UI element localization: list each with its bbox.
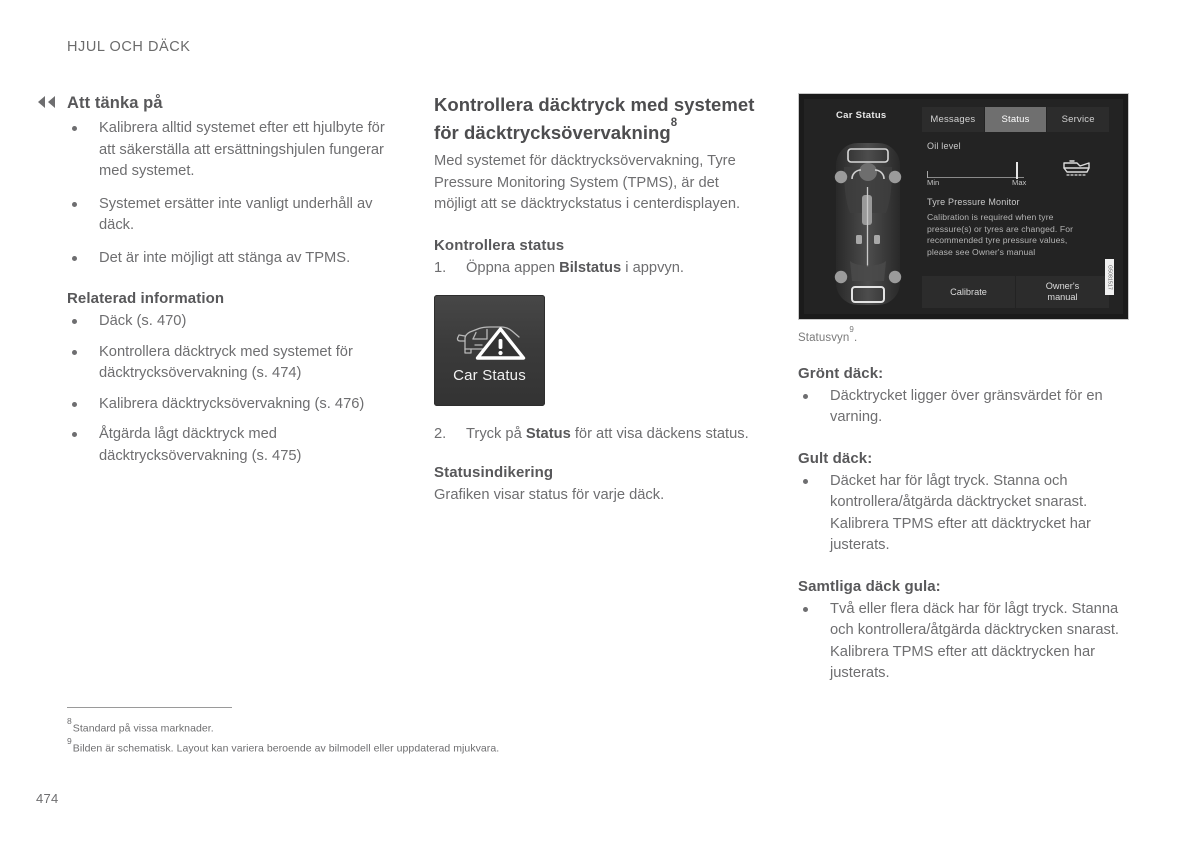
page-title-text: Kontrollera däcktryck med systemet för d… bbox=[434, 94, 755, 144]
footnote-marker-8[interactable]: 8 bbox=[671, 117, 677, 129]
screen-button-bar: Calibrate Owner's manual bbox=[922, 276, 1109, 308]
section-heading-kontrollera-status: Kontrollera status bbox=[434, 236, 565, 254]
related-link[interactable]: Kontrollera däcktryck med systemet för d… bbox=[67, 342, 398, 385]
figure-caption-suffix: . bbox=[853, 331, 858, 344]
step-2: 2. Tryck på Status för att visa däckens s… bbox=[434, 424, 765, 446]
middle-column: Kontrollera däcktryck med systemet för d… bbox=[434, 93, 765, 506]
steps-list-2: 2. Tryck på Status för att visa däckens s… bbox=[434, 424, 765, 446]
footnote-8-text: Standard på vissa marknader. bbox=[72, 722, 214, 735]
statusindikering-text: Grafiken visar status för varje däck. bbox=[434, 486, 665, 503]
app-tile-label: Car Status bbox=[453, 367, 526, 385]
status-view-figure: Car Status Messages Status Service Oil l… bbox=[798, 93, 1129, 344]
related-links-list: Däck (s. 470) Kontrollera däcktryck med … bbox=[67, 311, 398, 467]
oil-level-label: Oil level bbox=[927, 141, 961, 151]
tyre-pressure-monitor-text: Calibration is required when tyre pressu… bbox=[927, 212, 1074, 257]
section-heading-relaterad-information: Relaterad information bbox=[67, 290, 225, 307]
steps-list: 1. Öppna appen Bilstatus i appvyn. bbox=[434, 258, 765, 280]
list-item: Det är inte möjligt att stänga av TPMS. bbox=[67, 248, 398, 270]
figure-caption: Statusvyn9. bbox=[798, 325, 1129, 344]
step-text-bold: Bilstatus bbox=[559, 259, 622, 276]
car-status-app-tile[interactable]: Car Status bbox=[434, 295, 545, 407]
gauge-label-max: Max bbox=[1012, 178, 1027, 187]
step-text-post: i appvyn. bbox=[621, 259, 685, 276]
page-title: Kontrollera däcktryck med systemet för d… bbox=[434, 93, 765, 145]
related-link[interactable]: Kalibrera däcktrycksövervakning (s. 476) bbox=[67, 394, 398, 416]
section-heading-samtliga-dack-gula: Samtliga däck gula: bbox=[798, 577, 941, 595]
gauge-level-marker bbox=[1016, 162, 1018, 179]
list-item: Systemet ersätter inte vanligt underhåll… bbox=[67, 194, 398, 237]
screen-inner: Car Status Messages Status Service Oil l… bbox=[804, 99, 1123, 314]
oil-can-icon bbox=[1058, 157, 1094, 179]
screen-tab-bar: Messages Status Service bbox=[922, 107, 1110, 132]
oil-level-gauge: Min Max bbox=[927, 159, 1027, 187]
step-text-pre: Tryck på bbox=[466, 426, 526, 443]
section-heading-att-tanka-pa: Att tänka på bbox=[67, 94, 163, 112]
figure-caption-text: Statusvyn bbox=[798, 331, 850, 344]
footnote-9-marker: 9 bbox=[67, 735, 72, 746]
list-item: Däcket har för lågt tryck. Stanna och ko… bbox=[798, 471, 1129, 557]
footnotes: 8Standard på vissa marknader. 9Bilden är… bbox=[67, 707, 767, 756]
double-chevron-left-icon[interactable] bbox=[36, 95, 58, 109]
gauge-tick-min bbox=[927, 171, 928, 178]
page-number: 474 bbox=[36, 791, 59, 806]
section-heading-gront-dack: Grönt däck: bbox=[798, 364, 884, 382]
right-column: Car Status Messages Status Service Oil l… bbox=[798, 93, 1129, 685]
list-item: Kalibrera alltid systemet efter ett hjul… bbox=[67, 118, 398, 183]
car-top-view-icon bbox=[826, 139, 910, 309]
footnote-9-text: Bilden är schematisk. Layout kan variera… bbox=[72, 742, 500, 754]
section-heading-gult-dack: Gult däck: bbox=[798, 449, 873, 467]
related-link[interactable]: Åtgärda lågt däcktryck med däcktrycksöve… bbox=[67, 424, 398, 467]
left-column: Att tänka på Kalibrera alltid systemet e… bbox=[67, 93, 398, 476]
gauge-label-min: Min bbox=[927, 178, 940, 187]
tab-service[interactable]: Service bbox=[1047, 107, 1110, 132]
footnote-rule bbox=[67, 707, 232, 708]
screen-app-title: Car Status bbox=[836, 110, 887, 121]
tab-status[interactable]: Status bbox=[984, 107, 1048, 132]
step-text-post: för att visa däckens status. bbox=[570, 426, 749, 443]
step-text-pre: Öppna appen bbox=[466, 259, 560, 276]
tab-messages[interactable]: Messages bbox=[922, 107, 985, 132]
step-1: 1. Öppna appen Bilstatus i appvyn. bbox=[434, 258, 765, 280]
all-yellow-tyre-list: Två eller flera däck har för lågt tryck.… bbox=[798, 599, 1129, 685]
figure-code-label: G5081517 bbox=[1105, 259, 1114, 295]
yellow-tyre-list: Däcket har för lågt tryck. Stanna och ko… bbox=[798, 471, 1129, 557]
footnote-marker-9[interactable]: 9 bbox=[849, 325, 854, 334]
manual-page: HJUL OCH DÄCK Att tänka på Kalibrera all… bbox=[0, 0, 1200, 845]
related-link[interactable]: Däck (s. 470) bbox=[67, 311, 398, 333]
step-number: 1. bbox=[434, 259, 447, 276]
center-display-screenshot: Car Status Messages Status Service Oil l… bbox=[798, 93, 1129, 320]
gauge-bar bbox=[927, 177, 1024, 178]
list-item: Däcktrycket ligger över gränsvärdet för … bbox=[798, 386, 1129, 429]
footnote-8: 8Standard på vissa marknader. bbox=[67, 716, 767, 737]
calibrate-button[interactable]: Calibrate bbox=[922, 276, 1015, 308]
green-tyre-list: Däcktrycket ligger över gränsvärdet för … bbox=[798, 386, 1129, 429]
footnote-9: 9Bilden är schematisk. Layout kan varier… bbox=[67, 735, 767, 757]
footnote-8-marker: 8 bbox=[67, 716, 72, 727]
considerations-list: Kalibrera alltid systemet efter ett hjul… bbox=[67, 118, 398, 269]
running-head: HJUL OCH DÄCK bbox=[67, 39, 191, 55]
step-number: 2. bbox=[434, 426, 447, 443]
list-item: Två eller flera däck har för lågt tryck.… bbox=[798, 599, 1129, 685]
car-warning-icon bbox=[453, 319, 527, 361]
step-text-bold: Status bbox=[525, 426, 571, 443]
tyre-pressure-monitor-label: Tyre Pressure Monitor bbox=[927, 197, 1020, 207]
section-heading-statusindikering: Statusindikering bbox=[434, 463, 554, 481]
intro-paragraph: Med systemet för däcktrycksövervakning, … bbox=[434, 153, 741, 213]
owners-manual-button[interactable]: Owner's manual bbox=[1016, 276, 1109, 308]
